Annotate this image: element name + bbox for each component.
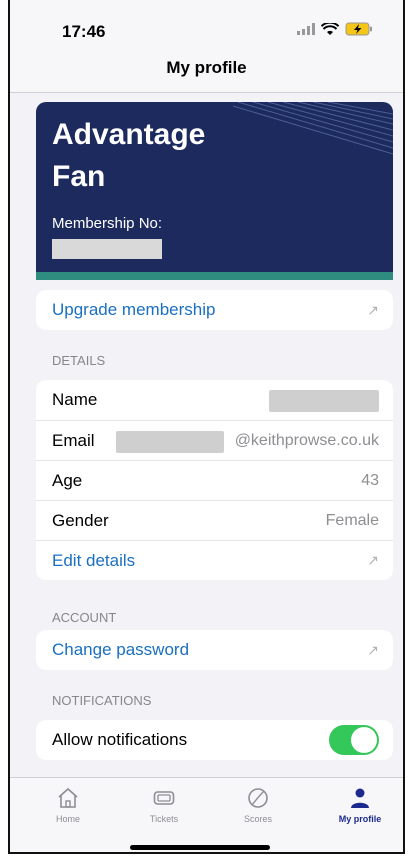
notifications-section-header: NOTIFICATIONS — [52, 693, 152, 708]
signal-icon — [297, 23, 315, 35]
details-group: Name Email @keithprowse.co.uk Age 43 Gen… — [36, 380, 393, 580]
status-time: 17:46 — [62, 22, 106, 41]
tab-my-profile[interactable]: My profile — [320, 786, 400, 824]
upgrade-membership-button[interactable]: Upgrade membership ↗ — [36, 290, 393, 330]
name-value-redacted — [269, 390, 379, 412]
change-password-label: Change password — [52, 640, 190, 659]
age-value: 43 — [361, 471, 379, 489]
upgrade-group: Upgrade membership ↗ — [36, 290, 393, 330]
age-label: Age — [52, 470, 83, 490]
tab-scores-label: Scores — [243, 814, 272, 824]
card-stripe — [36, 272, 393, 280]
email-label: Email — [52, 430, 95, 450]
notifications-toggle[interactable] — [329, 725, 379, 755]
page-title: My profile — [10, 48, 403, 93]
account-section-header: ACCOUNT — [52, 610, 117, 625]
name-label: Name — [52, 390, 98, 409]
edit-details-button[interactable]: Edit details ↗ — [36, 540, 393, 580]
status-icons — [297, 22, 373, 36]
wifi-icon — [321, 22, 339, 35]
phone-frame: 17:46 My profile Advantage Fan Membershi… — [8, 0, 405, 854]
ball-icon — [248, 788, 268, 808]
status-bar: 17:46 — [10, 0, 403, 48]
email-domain: @keithprowse.co.uk — [234, 431, 379, 449]
home-indicator[interactable] — [130, 845, 270, 850]
battery-charging-icon — [345, 22, 372, 36]
name-row: Name — [36, 380, 393, 420]
gender-value: Female — [325, 511, 379, 529]
membership-tier: Advantage Fan — [52, 118, 206, 193]
external-arrow-icon: ↗ — [367, 552, 379, 568]
account-group: Change password ↗ — [36, 630, 393, 670]
email-value-redacted — [116, 431, 224, 453]
membership-number-label: Membership No: — [52, 215, 163, 232]
email-row: Email @keithprowse.co.uk — [36, 420, 393, 460]
membership-number-redacted — [52, 239, 162, 259]
age-row: Age 43 — [36, 460, 393, 500]
gender-label: Gender — [52, 510, 109, 530]
home-icon — [58, 787, 78, 808]
membership-card: Advantage Fan Membership No: — [36, 102, 393, 280]
details-section-header: DETAILS — [52, 353, 106, 368]
tab-tickets-label: Tickets — [149, 814, 179, 824]
allow-notifications-label: Allow notifications — [52, 730, 188, 749]
tab-bar: Home Tickets Scores My profile — [10, 777, 403, 852]
change-password-button[interactable]: Change password ↗ — [36, 630, 393, 670]
external-arrow-icon: ↗ — [367, 301, 379, 318]
ticket-icon — [153, 791, 175, 805]
card-pattern-lines — [233, 102, 393, 155]
tab-home-label: Home — [55, 814, 80, 824]
tab-my-profile-label: My profile — [338, 814, 382, 824]
tab-tickets[interactable]: Tickets — [124, 786, 204, 824]
notifications-group: Allow notifications — [36, 720, 393, 760]
edit-details-label: Edit details — [52, 550, 136, 570]
upgrade-membership-label: Upgrade membership — [52, 300, 216, 319]
tab-scores[interactable]: Scores — [218, 786, 298, 824]
external-arrow-icon: ↗ — [367, 641, 379, 658]
person-icon — [351, 788, 369, 808]
toggle-knob — [351, 727, 377, 753]
allow-notifications-row: Allow notifications — [36, 720, 393, 760]
gender-row: Gender Female — [36, 500, 393, 540]
tab-home[interactable]: Home — [28, 786, 108, 824]
